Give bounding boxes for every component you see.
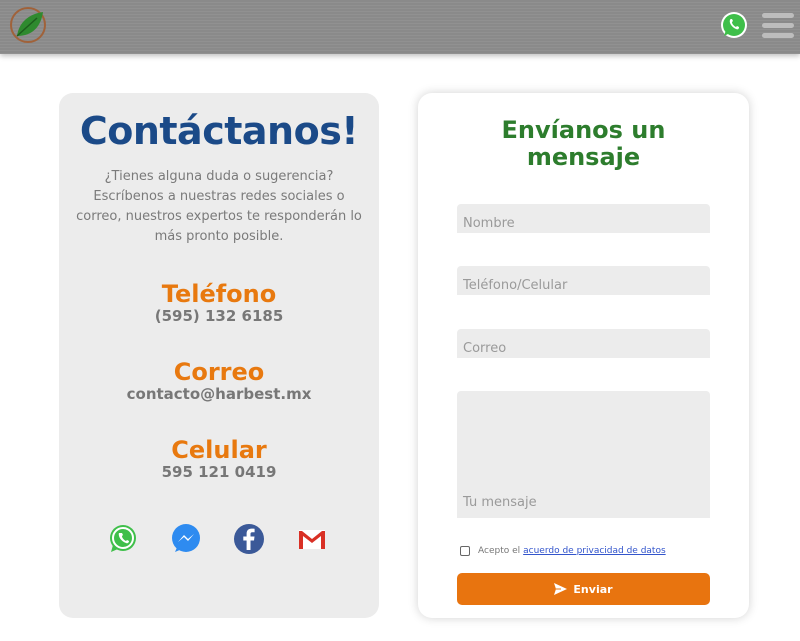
facebook-icon[interactable] bbox=[233, 523, 265, 555]
email-heading: Correo bbox=[173, 358, 265, 386]
hamburger-menu-icon[interactable] bbox=[762, 13, 794, 41]
social-links bbox=[59, 523, 379, 559]
message-textarea[interactable] bbox=[457, 391, 710, 518]
form-title: Envíanos un mensaje bbox=[501, 116, 666, 171]
send-button[interactable]: Enviar bbox=[457, 573, 710, 605]
phone-input[interactable] bbox=[457, 266, 710, 295]
contact-description: ¿Tienes alguna duda o sugerencia? Escríb… bbox=[76, 169, 362, 244]
contact-info-card: Contáctanos! ¿Tienes alguna duda o suger… bbox=[59, 93, 379, 618]
phone-heading: Teléfono bbox=[161, 280, 277, 308]
consent-prefix: Acepto el bbox=[478, 546, 521, 556]
leaf-logo-icon[interactable] bbox=[9, 6, 47, 44]
phone-value[interactable]: (595) 132 6185 bbox=[59, 307, 379, 325]
name-input[interactable] bbox=[457, 204, 710, 233]
contact-title: Contáctanos! bbox=[79, 109, 359, 153]
email-input[interactable] bbox=[457, 329, 710, 358]
privacy-link[interactable]: acuerdo de privacidad de datos bbox=[523, 546, 666, 556]
top-navigation-bar bbox=[0, 0, 800, 54]
messenger-icon[interactable] bbox=[170, 523, 202, 555]
privacy-consent: Acepto el acuerdo de privacidad de datos bbox=[460, 546, 666, 556]
whatsapp-icon[interactable] bbox=[107, 523, 139, 555]
phone-block: Teléfono (595) 132 6185 bbox=[59, 281, 379, 325]
mobile-block: Celular 595 121 0419 bbox=[59, 437, 379, 481]
message-form-card: Envíanos un mensaje Acepto el acuerdo de… bbox=[418, 93, 749, 618]
email-block: Correo contacto@harbest.mx bbox=[59, 359, 379, 403]
mobile-value[interactable]: 595 121 0419 bbox=[59, 463, 379, 481]
send-label: Enviar bbox=[573, 582, 613, 596]
gmail-icon[interactable] bbox=[296, 523, 328, 555]
whatsapp-icon[interactable] bbox=[720, 11, 748, 39]
send-icon bbox=[554, 583, 568, 595]
email-value[interactable]: contacto@harbest.mx bbox=[59, 385, 379, 403]
mobile-heading: Celular bbox=[171, 436, 267, 464]
privacy-checkbox[interactable] bbox=[460, 546, 470, 556]
